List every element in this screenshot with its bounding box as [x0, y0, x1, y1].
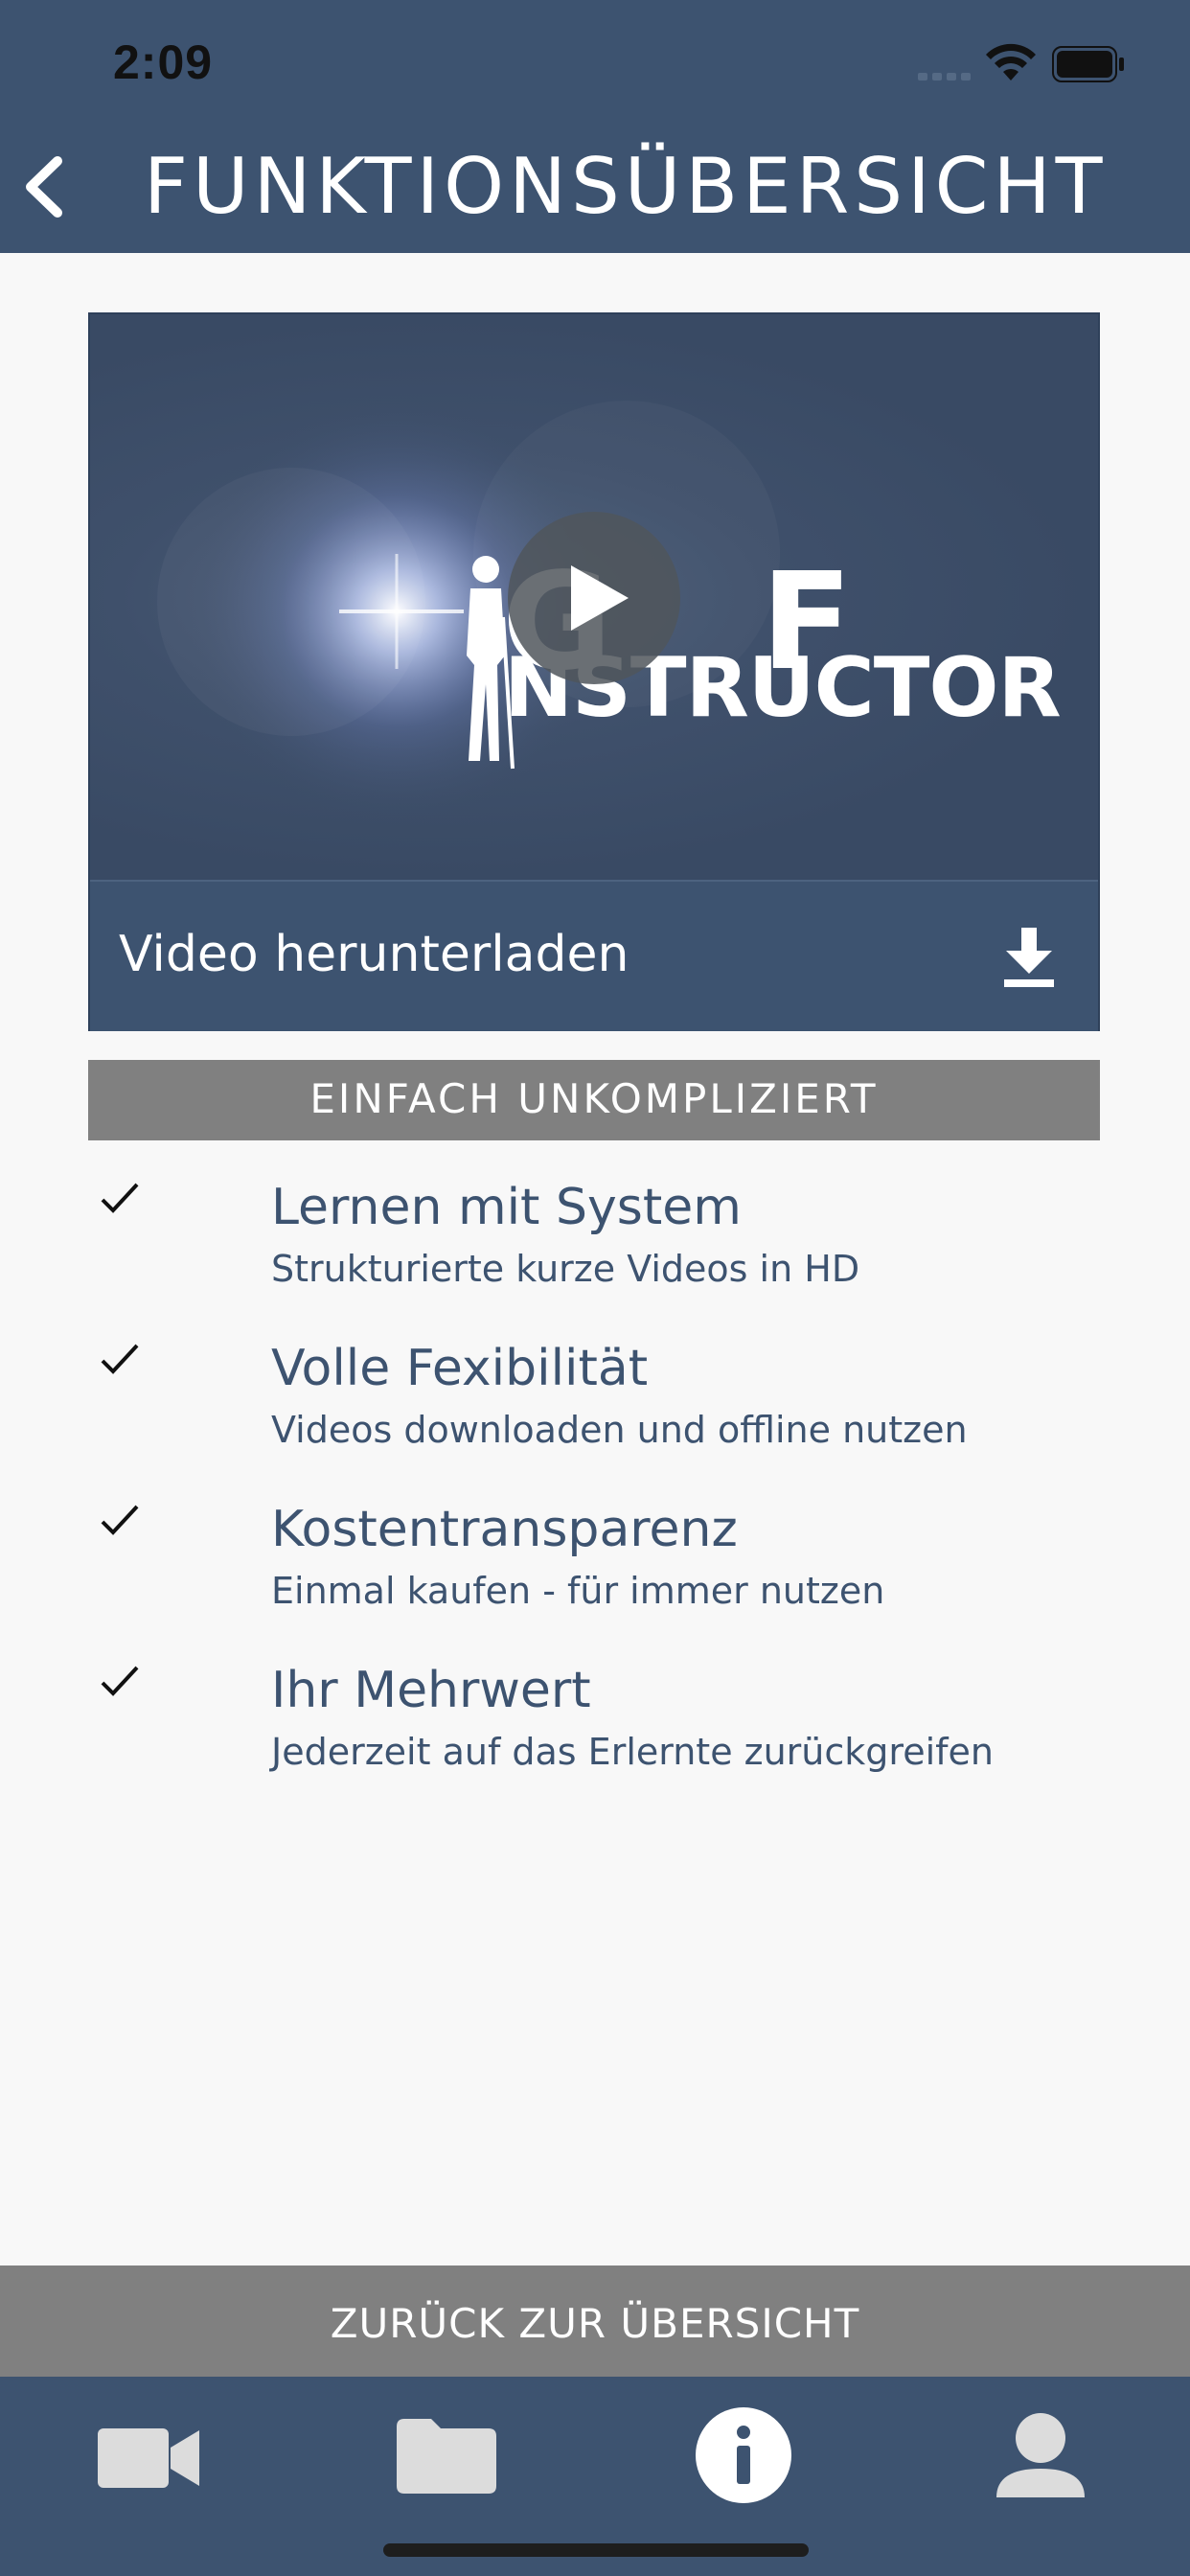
back-to-overview-button[interactable]: ZURÜCK ZUR ÜBERSICHT — [0, 2266, 1190, 2377]
checkmark-icon — [101, 1344, 139, 1374]
feature-subtitle: Jederzeit auf das Erlernte zurückgreifen — [271, 1731, 994, 1773]
checkmark-icon — [101, 1505, 139, 1535]
tab-videos[interactable] — [92, 2398, 207, 2513]
feature-subtitle: Einmal kaufen - für immer nutzen — [271, 1570, 885, 1612]
feature-item: Kostentransparenz Einmal kaufen - für im… — [0, 1501, 1190, 1656]
section-title: EINFACH UNKOMPLIZIERT — [309, 1075, 879, 1122]
download-label: Video herunterladen — [119, 926, 629, 983]
tab-info[interactable] — [686, 2398, 801, 2513]
checkmark-icon — [101, 1183, 139, 1213]
play-button[interactable] — [508, 512, 680, 684]
play-icon — [571, 565, 629, 631]
feature-item: Ihr Mehrwert Jederzeit auf das Erlernte … — [0, 1662, 1190, 1817]
video-camera-icon — [98, 2428, 199, 2488]
feature-title: Ihr Mehrwert — [271, 1662, 591, 1719]
feature-title: Volle Fexibilität — [271, 1340, 649, 1397]
back-chevron-icon[interactable] — [10, 144, 86, 230]
info-icon — [696, 2407, 791, 2503]
feature-subtitle: Strukturierte kurze Videos in HD — [271, 1248, 860, 1290]
page-title: FUNKTIONSÜBERSICHT — [144, 142, 1108, 231]
battery-icon — [1052, 46, 1124, 82]
video-card: G F NSTRUCTOR Video herunterladen — [88, 312, 1100, 1031]
feature-item: Lernen mit System Strukturierte kurze Vi… — [0, 1179, 1190, 1334]
download-icon[interactable] — [1000, 926, 1058, 989]
wifi-icon — [986, 43, 1036, 80]
feature-title: Kostentransparenz — [271, 1501, 738, 1558]
status-time: 2:09 — [113, 35, 214, 89]
nav-header: 2:09 FUNKTIONSÜBERSICHT — [0, 0, 1190, 253]
tab-folders[interactable] — [389, 2398, 504, 2513]
checkmark-icon — [101, 1666, 139, 1696]
person-icon — [996, 2413, 1085, 2497]
section-header: EINFACH UNKOMPLIZIERT — [88, 1060, 1100, 1140]
video-thumbnail[interactable]: G F NSTRUCTOR — [90, 314, 1098, 880]
feature-title: Lernen mit System — [271, 1179, 742, 1236]
folder-icon — [397, 2419, 496, 2494]
back-to-overview-label: ZURÜCK ZUR ÜBERSICHT — [330, 2300, 860, 2347]
download-video-row[interactable]: Video herunterladen — [90, 880, 1098, 1031]
cellular-signal-icon — [918, 73, 972, 80]
feature-item: Volle Fexibilität Videos downloaden und … — [0, 1340, 1190, 1495]
tab-profile[interactable] — [983, 2398, 1098, 2513]
tab-bar — [0, 2377, 1190, 2576]
home-indicator — [383, 2543, 809, 2557]
feature-subtitle: Videos downloaden und offline nutzen — [271, 1409, 968, 1451]
